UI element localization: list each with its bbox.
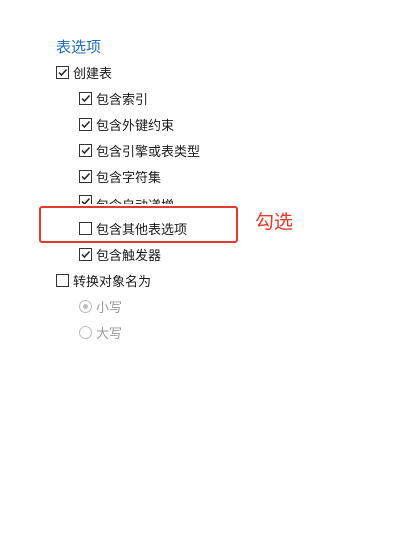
lowercase-option[interactable]: 小写 [79,297,123,316]
include-triggers-label: 包含触发器 [96,248,162,264]
include-charset-checkbox[interactable] [79,169,92,183]
lowercase-radio[interactable] [79,299,92,313]
include-foreign-key-label: 包含外键约束 [96,118,175,134]
highlight-box [39,206,238,243]
section-title: 表选项 [56,38,102,56]
convert-object-names-checkbox[interactable] [56,273,69,287]
include-index-label: 包含索引 [96,92,149,108]
include-auto-increment-option[interactable]: 包含自动递增 [79,195,174,204]
include-index-checkbox[interactable] [79,91,92,105]
lowercase-label: 小写 [96,300,123,316]
create-table-checkbox[interactable] [56,65,69,79]
include-triggers-option[interactable]: 包含触发器 [79,245,162,264]
include-engine-option[interactable]: 包含引擎或表类型 [79,141,201,160]
include-charset-option[interactable]: 包含字符集 [79,167,162,186]
radio-selected-dot [83,303,88,309]
uppercase-option[interactable]: 大写 [79,323,123,342]
checkmark-icon [81,250,91,258]
include-auto-increment-checkbox[interactable] [79,195,92,204]
include-foreign-key-option[interactable]: 包含外键约束 [79,115,175,134]
annotation-text: 勾选 [255,211,294,233]
checkmark-icon [81,146,91,154]
include-index-option[interactable]: 包含索引 [79,89,149,108]
convert-object-names-option[interactable]: 转换对象名为 [56,271,152,290]
checkmark-icon [58,68,68,76]
checkmark-icon [81,120,91,128]
include-engine-checkbox[interactable] [79,143,92,157]
include-engine-label: 包含引擎或表类型 [96,144,201,160]
checkmark-icon [81,94,91,102]
uppercase-label: 大写 [96,326,123,342]
convert-object-names-label: 转换对象名为 [73,274,152,290]
create-table-option[interactable]: 创建表 [56,63,113,82]
include-triggers-checkbox[interactable] [79,247,92,261]
table-options-panel: 表选项 创建表 包含索引 包含外键约束 包含引擎或表类型 包含字符集 包含其他表… [0,0,400,559]
checkmark-icon [81,197,91,204]
include-foreign-key-checkbox[interactable] [79,117,92,131]
checkmark-icon [81,172,91,180]
uppercase-radio[interactable] [79,325,92,339]
create-table-label: 创建表 [73,66,113,82]
include-charset-label: 包含字符集 [96,170,162,186]
include-auto-increment-label: 包含自动递增 [96,195,174,204]
